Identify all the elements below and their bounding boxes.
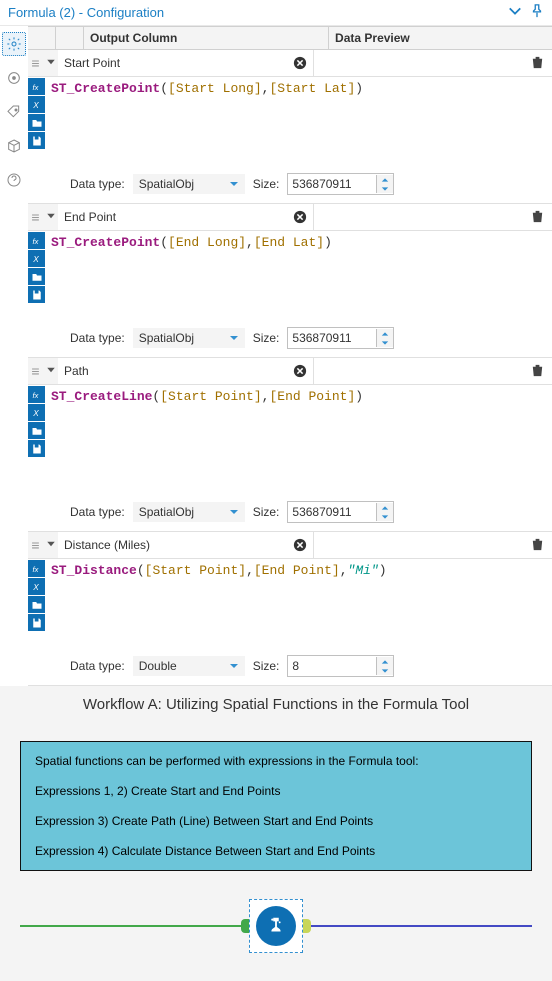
size-input[interactable] bbox=[288, 174, 376, 194]
formula-tool-node[interactable] bbox=[241, 899, 311, 953]
drag-handle-icon[interactable]: ≡ bbox=[28, 56, 43, 70]
data-type-label: Data type: bbox=[70, 177, 125, 191]
formula-row: ≡ fx X ST_CreateLine([Start Point],[End … bbox=[28, 358, 552, 532]
expression-editor[interactable]: ST_CreatePoint([Start Long],[Start Lat]) bbox=[45, 77, 552, 167]
spin-down-icon[interactable] bbox=[377, 184, 393, 193]
svg-text:fx: fx bbox=[32, 565, 38, 574]
expr-toolbar: fx X bbox=[28, 77, 45, 167]
var-icon[interactable]: X bbox=[28, 250, 45, 267]
folder-icon[interactable] bbox=[28, 422, 45, 439]
data-type-select[interactable]: SpatialObj bbox=[133, 502, 245, 522]
save-icon[interactable] bbox=[28, 614, 45, 631]
header-data-preview: Data Preview bbox=[329, 27, 552, 49]
svg-text:X: X bbox=[32, 409, 39, 418]
clear-icon[interactable] bbox=[291, 54, 309, 72]
fx-icon[interactable]: fx bbox=[28, 386, 45, 403]
canvas-footer: Workflow A: Utilizing Spatial Functions … bbox=[0, 686, 552, 981]
window-title: Formula (2) - Configuration bbox=[8, 5, 164, 20]
comment-box: Spatial functions can be performed with … bbox=[20, 741, 532, 871]
clear-icon[interactable] bbox=[291, 362, 309, 380]
header-output-column: Output Column bbox=[84, 27, 329, 49]
rail-tag-icon[interactable] bbox=[2, 100, 26, 124]
workflow-canvas bbox=[20, 891, 532, 961]
var-icon[interactable]: X bbox=[28, 578, 45, 595]
svg-text:X: X bbox=[32, 101, 39, 110]
header-bar: Formula (2) - Configuration bbox=[0, 0, 552, 26]
size-stepper[interactable] bbox=[287, 655, 394, 677]
size-label: Size: bbox=[253, 177, 280, 191]
formula-tool-icon bbox=[256, 906, 296, 946]
expand-toggle[interactable] bbox=[43, 538, 58, 553]
formula-row: ≡ fx X ST_Distance([Start Point],[End Po… bbox=[28, 532, 552, 686]
output-column-input[interactable] bbox=[58, 535, 291, 555]
size-stepper[interactable] bbox=[287, 501, 394, 523]
formula-row: ≡ fx X ST_CreatePoint([End Long],[End La… bbox=[28, 204, 552, 358]
comment-line: Expressions 1, 2) Create Start and End P… bbox=[35, 782, 517, 800]
clear-icon[interactable] bbox=[291, 208, 309, 226]
svg-text:X: X bbox=[32, 255, 39, 264]
expand-toggle[interactable] bbox=[43, 364, 58, 379]
data-type-select[interactable]: Double bbox=[133, 656, 245, 676]
folder-icon[interactable] bbox=[28, 596, 45, 613]
fx-icon[interactable]: fx bbox=[28, 232, 45, 249]
svg-text:fx: fx bbox=[32, 391, 38, 400]
data-type-select[interactable]: SpatialObj bbox=[133, 328, 245, 348]
pin-icon[interactable] bbox=[530, 4, 544, 21]
folder-icon[interactable] bbox=[28, 268, 45, 285]
output-column-input[interactable] bbox=[58, 207, 291, 227]
connection-out bbox=[300, 925, 532, 927]
clear-icon[interactable] bbox=[291, 536, 309, 554]
var-icon[interactable]: X bbox=[28, 96, 45, 113]
collapse-icon[interactable] bbox=[508, 4, 522, 21]
rail-help-icon[interactable] bbox=[2, 168, 26, 192]
svg-text:X: X bbox=[32, 583, 39, 592]
delete-icon[interactable] bbox=[530, 209, 546, 225]
connection-in bbox=[20, 925, 252, 927]
data-type-select[interactable]: SpatialObj bbox=[133, 174, 245, 194]
fx-icon[interactable]: fx bbox=[28, 560, 45, 577]
expression-editor[interactable]: ST_CreatePoint([End Long],[End Lat]) bbox=[45, 231, 552, 321]
expression-editor[interactable]: ST_Distance([Start Point],[End Point],"M… bbox=[45, 559, 552, 649]
column-headers: Output Column Data Preview bbox=[28, 26, 552, 50]
fx-icon[interactable]: fx bbox=[28, 78, 45, 95]
formula-row: ≡ fx X ST_CreatePoint([Start Long],[Star… bbox=[28, 50, 552, 204]
rail-anchor-icon[interactable] bbox=[2, 66, 26, 90]
output-column-input[interactable] bbox=[58, 361, 291, 381]
drag-handle-icon[interactable]: ≡ bbox=[28, 364, 43, 378]
drag-handle-icon[interactable]: ≡ bbox=[28, 538, 43, 552]
size-stepper[interactable] bbox=[287, 173, 394, 195]
spin-up-icon[interactable] bbox=[377, 175, 393, 184]
save-icon[interactable] bbox=[28, 132, 45, 149]
save-icon[interactable] bbox=[28, 286, 45, 303]
delete-icon[interactable] bbox=[530, 537, 546, 553]
expand-toggle[interactable] bbox=[43, 210, 58, 225]
config-content: Output Column Data Preview ≡ fx X bbox=[28, 26, 552, 686]
expression-editor[interactable]: ST_CreateLine([Start Point],[End Point]) bbox=[45, 385, 552, 495]
rail-config-icon[interactable] bbox=[2, 32, 26, 56]
left-rail bbox=[0, 26, 28, 686]
input-anchor[interactable] bbox=[241, 919, 249, 933]
comment-line: Spatial functions can be performed with … bbox=[35, 752, 517, 770]
comment-line: Expression 4) Calculate Distance Between… bbox=[35, 842, 517, 860]
workflow-title: Workflow A: Utilizing Spatial Functions … bbox=[20, 696, 532, 713]
folder-icon[interactable] bbox=[28, 114, 45, 131]
output-anchor[interactable] bbox=[303, 919, 311, 933]
size-stepper[interactable] bbox=[287, 327, 394, 349]
drag-handle-icon[interactable]: ≡ bbox=[28, 210, 43, 224]
svg-text:fx: fx bbox=[32, 83, 38, 92]
output-column-input[interactable] bbox=[58, 53, 291, 73]
comment-line: Expression 3) Create Path (Line) Between… bbox=[35, 812, 517, 830]
rail-cube-icon[interactable] bbox=[2, 134, 26, 158]
expand-toggle[interactable] bbox=[43, 56, 58, 71]
delete-icon[interactable] bbox=[530, 55, 546, 71]
delete-icon[interactable] bbox=[530, 363, 546, 379]
svg-text:fx: fx bbox=[32, 237, 38, 246]
output-column-cell bbox=[58, 50, 314, 76]
save-icon[interactable] bbox=[28, 440, 45, 457]
var-icon[interactable]: X bbox=[28, 404, 45, 421]
